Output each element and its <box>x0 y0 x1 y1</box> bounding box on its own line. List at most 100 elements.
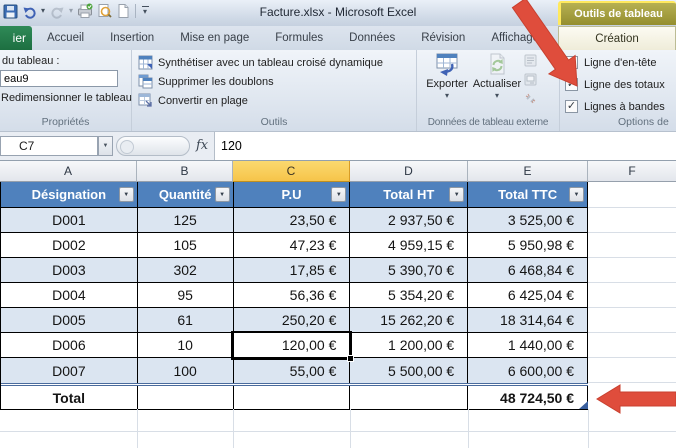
cell[interactable] <box>138 386 234 409</box>
checkbox-total-row[interactable]: ✓ Ligne des totaux <box>565 78 665 91</box>
cell[interactable]: D002 <box>1 233 138 257</box>
filter-button[interactable]: ▼ <box>449 187 465 202</box>
cell[interactable]: D004 <box>1 283 138 307</box>
group-label-donnees-externes: Données de tableau externe <box>427 117 549 128</box>
cell[interactable]: 1 200,00 € <box>350 333 469 357</box>
group-label-options: Options de <box>618 116 669 128</box>
tab-insertion[interactable]: Insertion <box>97 26 167 50</box>
formula-input[interactable]: 120 <box>214 132 676 160</box>
table-row: D004 95 56,36 € 5 354,20 € 6 425,04 € <box>1 283 589 308</box>
cell[interactable]: 302 <box>138 258 234 282</box>
insert-function-button[interactable]: fx <box>196 138 208 153</box>
cell[interactable]: 6 425,04 € <box>468 283 589 307</box>
chevron-down-icon: ▾ <box>494 91 499 100</box>
cell[interactable]: 125 <box>138 208 234 232</box>
tab-creation[interactable]: Création <box>558 26 676 50</box>
header-label: Total HT <box>383 187 435 202</box>
cell[interactable]: 23,50 € <box>234 208 351 232</box>
cell[interactable]: 2 937,50 € <box>350 208 469 232</box>
tab-revision[interactable]: Révision <box>408 26 478 50</box>
filter-button[interactable]: ▼ <box>214 187 230 202</box>
gridline <box>588 257 676 258</box>
gridline <box>588 282 676 283</box>
cell[interactable]: D006 <box>1 333 138 357</box>
open-in-browser-icon[interactable] <box>524 73 537 86</box>
cell[interactable]: D005 <box>1 308 138 332</box>
convert-to-range-button[interactable]: Convertir en plage <box>138 93 248 108</box>
cell[interactable]: 6 468,84 € <box>468 258 589 282</box>
cell[interactable]: 56,36 € <box>234 283 351 307</box>
table-name-caption: du tableau : <box>2 55 60 67</box>
cell[interactable]: 17,85 € <box>234 258 351 282</box>
cell[interactable]: 5 950,98 € <box>468 233 589 257</box>
cell[interactable]: 250,20 € <box>234 308 351 332</box>
filter-button[interactable]: ▼ <box>569 187 584 202</box>
cell[interactable]: 15 262,20 € <box>350 308 469 332</box>
header-quantite[interactable]: Quantité ▼ <box>138 182 234 207</box>
refresh-button[interactable]: Actualiser ▾ <box>472 52 522 100</box>
cell[interactable] <box>350 386 469 409</box>
name-box[interactable]: C7 <box>0 136 98 156</box>
group-outils: Synthétiser avec un tableau croisé dynam… <box>132 50 417 131</box>
cell[interactable]: 18 314,64 € <box>468 308 589 332</box>
checkbox-banded-rows[interactable]: ✓ Lignes à bandes <box>565 100 665 113</box>
gridline <box>233 409 234 448</box>
cell[interactable]: 95 <box>138 283 234 307</box>
tab-mise-en-page[interactable]: Mise en page <box>167 26 262 50</box>
summarize-pivot-button[interactable]: Synthétiser avec un tableau croisé dynam… <box>138 55 383 70</box>
tab-formules[interactable]: Formules <box>262 26 336 50</box>
cell[interactable]: 55,00 € <box>234 358 351 383</box>
cell[interactable]: 100 <box>138 358 234 383</box>
table-row: D002 105 47,23 € 4 959,15 € 5 950,98 € <box>1 233 589 258</box>
name-box-dropdown[interactable]: ▼ <box>98 136 113 156</box>
cell[interactable]: 5 354,20 € <box>350 283 469 307</box>
tab-donnees[interactable]: Données <box>336 26 408 50</box>
connection-properties-icon[interactable] <box>524 54 537 67</box>
column-header-c-selected[interactable]: C <box>233 161 350 182</box>
cell[interactable]: 1 440,00 € <box>468 333 589 357</box>
gridline <box>468 409 469 448</box>
cell[interactable]: 3 525,00 € <box>468 208 589 232</box>
cell[interactable]: 61 <box>138 308 234 332</box>
resize-table-button[interactable]: Redimensionner le tableau <box>1 92 132 104</box>
cell[interactable]: 4 959,15 € <box>350 233 469 257</box>
header-designation[interactable]: Désignation ▼ <box>1 182 138 207</box>
file-tab[interactable]: ier <box>0 26 32 50</box>
column-header-a[interactable]: A <box>0 161 137 182</box>
header-total-ht[interactable]: Total HT ▼ <box>350 182 469 207</box>
cell[interactable]: 105 <box>138 233 234 257</box>
filter-arrow-icon: ▼ <box>123 191 130 198</box>
tab-accueil[interactable]: Accueil <box>34 26 97 50</box>
column-header-b[interactable]: B <box>137 161 233 182</box>
column-header-e[interactable]: E <box>468 161 588 182</box>
cell[interactable]: D001 <box>1 208 138 232</box>
cell[interactable] <box>234 386 351 409</box>
filter-button[interactable]: ▼ <box>331 187 347 202</box>
cell[interactable]: 5 390,70 € <box>350 258 469 282</box>
export-button[interactable]: Exporter ▾ <box>422 52 472 100</box>
gridline <box>0 431 676 432</box>
cell[interactable]: 10 <box>138 333 234 357</box>
tab-affichage[interactable]: Affichage <box>478 26 552 50</box>
unlink-icon[interactable] <box>524 92 537 105</box>
checkbox-header-row[interactable]: ✓ Ligne d'en-tête <box>565 56 656 69</box>
header-pu[interactable]: P.U ▼ <box>234 182 351 207</box>
column-header-f[interactable]: F <box>588 161 676 182</box>
active-cell-selection <box>231 331 354 362</box>
cell[interactable]: 47,23 € <box>234 233 351 257</box>
total-label-cell[interactable]: Total <box>1 386 138 409</box>
column-header-d[interactable]: D <box>350 161 468 182</box>
cell[interactable]: 5 500,00 € <box>350 358 469 383</box>
checkbox-checked-icon: ✓ <box>565 100 578 113</box>
cell[interactable]: 6 600,00 € <box>468 358 589 383</box>
cell[interactable]: D007 <box>1 358 138 383</box>
remove-duplicates-button[interactable]: Supprimer les doublons <box>138 74 274 89</box>
total-value-cell[interactable]: 48 724,50 € <box>468 386 588 409</box>
cell[interactable]: D003 <box>1 258 138 282</box>
filter-arrow-icon: ▼ <box>573 191 580 198</box>
summarize-pivot-label: Synthétiser avec un tableau croisé dynam… <box>158 56 384 69</box>
table-name-input[interactable] <box>0 70 118 87</box>
filter-button[interactable]: ▼ <box>118 187 134 202</box>
group-proprietes: du tableau : Redimensionner le tableau P… <box>0 50 132 131</box>
header-total-ttc[interactable]: Total TTC ▼ <box>468 182 588 207</box>
